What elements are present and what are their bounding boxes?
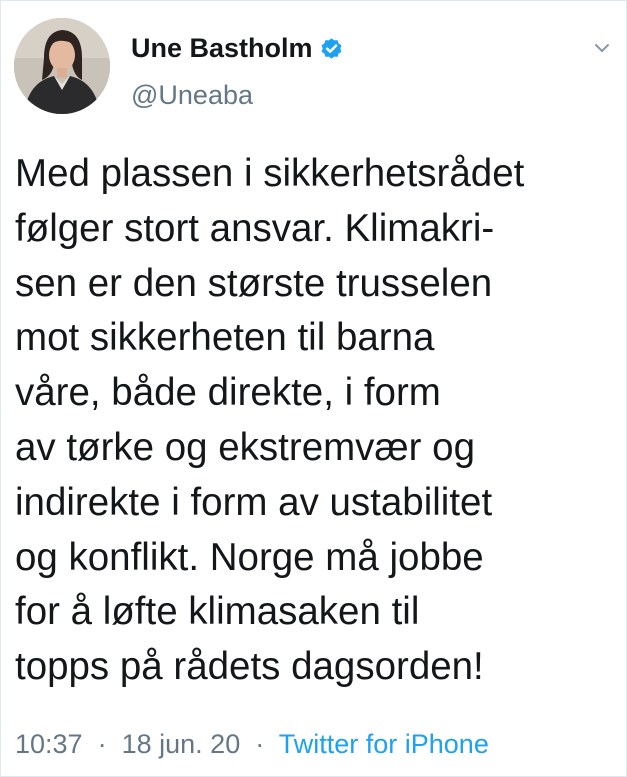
- avatar-image: [14, 18, 110, 114]
- tweet-meta: 10:37 · 18 jun. 20 · Twitter for iPhone: [15, 727, 489, 761]
- tweet-line: følger stort ansvar. Klimakri-: [15, 206, 495, 250]
- avatar[interactable]: [14, 18, 110, 114]
- tweet-time[interactable]: 10:37: [15, 729, 83, 759]
- tweet-card: Une Bastholm @Uneaba Med plassen i sikke…: [0, 0, 627, 777]
- tweet-line: mot sikkerheten til barna: [15, 316, 435, 360]
- tweet-line: topps på rådets dagsorden!: [15, 645, 484, 689]
- tweet-line: indirekte i form av ustabilitet: [15, 480, 493, 524]
- tweet-line: av tørke og ekstremvær og: [15, 425, 476, 469]
- tweet-line: Med plassen i sikkerhetsrådet: [15, 152, 525, 195]
- tweet-line: sen er den største trusselen: [15, 261, 493, 305]
- tweet-line: og konflikt. Norge må jobbe: [15, 535, 484, 579]
- tweet-date[interactable]: 18 jun. 20: [122, 729, 241, 759]
- author-name-row: Une Bastholm: [131, 31, 344, 65]
- chevron-down-icon[interactable]: [591, 37, 613, 59]
- tweet-line: våre, både direkte, i form: [15, 371, 441, 415]
- verified-badge-icon: [319, 36, 344, 61]
- tweet-text: Med plassen i sikkerhetsrådet følger sto…: [15, 147, 615, 695]
- author-display-name[interactable]: Une Bastholm: [131, 31, 313, 65]
- author-handle[interactable]: @Uneaba: [131, 79, 253, 111]
- meta-separator: ·: [90, 729, 115, 759]
- tweet-line: for å løfte klimasaken til: [15, 590, 420, 634]
- meta-separator: ·: [247, 729, 272, 759]
- tweet-source-link[interactable]: Twitter for iPhone: [279, 729, 489, 759]
